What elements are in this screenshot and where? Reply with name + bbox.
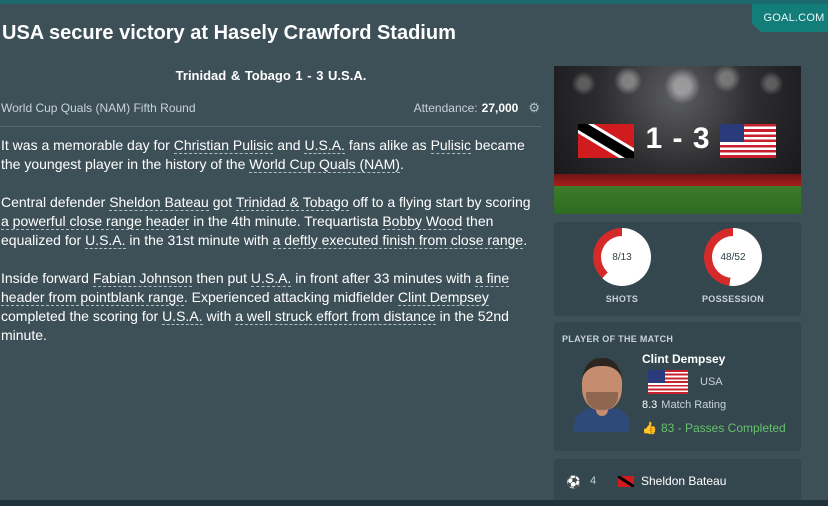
avatar[interactable]	[574, 356, 630, 432]
match-banner: 1 - 3	[554, 66, 801, 214]
attendance: Attendance: 27,000 ⚙	[414, 100, 540, 116]
article-link[interactable]: Sheldon Bateau	[109, 194, 209, 211]
usa-flag-icon	[648, 370, 688, 394]
article-text: then put	[192, 270, 251, 286]
headline: USA secure victory at Hasely Crawford St…	[2, 22, 456, 44]
article-link[interactable]: a deftly executed finish from close rang…	[272, 232, 524, 249]
possession-value: 48/52	[712, 236, 754, 278]
potm-rating: 8.3 Match Rating	[642, 399, 726, 411]
article-text: fans alike as	[344, 137, 431, 153]
article-body: It was a memorable day for Christian Pul…	[1, 136, 541, 364]
competition-label: World Cup Quals (NAM) Fifth Round	[1, 101, 196, 115]
potm-passes-text: 83 - Passes Completed	[660, 421, 786, 435]
thumbs-up-icon: 👍	[642, 421, 657, 435]
possession-label: POSSESSION	[701, 294, 765, 304]
potm-passes: 👍 83 - Passes Completed	[642, 421, 786, 435]
article-link[interactable]: Bobby Wood	[382, 213, 463, 230]
article-text: got	[208, 194, 236, 210]
pitch	[554, 186, 801, 214]
article-text: off to a flying start by scoring	[348, 194, 531, 210]
trinidad-flag-icon	[578, 124, 634, 158]
possession-stat: 48/52 POSSESSION	[701, 228, 765, 304]
shots-label: SHOTS	[605, 294, 639, 304]
article-link[interactable]: World Cup Quals (NAM)	[249, 156, 400, 173]
article-link[interactable]: Trinidad & Tobago	[235, 194, 349, 211]
article-link[interactable]: a powerful close range header	[1, 213, 190, 230]
player-of-the-match-card[interactable]: PLAYER OF THE MATCH Clint Dempsey USA 8.…	[554, 322, 801, 451]
article-text: .	[523, 232, 528, 248]
article-link[interactable]: Christian Pulisic	[173, 137, 274, 154]
article-text: and	[273, 137, 305, 153]
article-text: .	[399, 156, 404, 172]
divider	[0, 126, 541, 127]
attendance-value: 27,000	[481, 101, 519, 115]
potm-rating-label: Match Rating	[661, 399, 727, 411]
article-text: It was a memorable day for	[1, 137, 174, 153]
source-tab[interactable]: GOAL.COM	[752, 4, 828, 32]
article-link[interactable]: Fabian Johnson	[92, 270, 193, 287]
shots-stat: 8/13 SHOTS	[590, 228, 654, 304]
article-paragraph: Inside forward Fabian Johnson then put U…	[1, 269, 541, 345]
goal-scorer-name[interactable]: Sheldon Bateau	[641, 474, 726, 488]
article-paragraph: Central defender Sheldon Bateau got Trin…	[1, 193, 541, 250]
usa-flag-icon	[720, 124, 776, 158]
article-text: with	[202, 308, 236, 324]
article-text: . Experienced attacking midfielder	[183, 289, 398, 305]
gear-icon[interactable]: ⚙	[528, 100, 540, 116]
bottom-strip	[0, 500, 828, 506]
article-link[interactable]: Pulisic	[430, 137, 472, 154]
stadium-lights	[554, 66, 801, 116]
ball-icon: ⚽	[566, 475, 581, 489]
article-link[interactable]: U.S.A.	[162, 308, 203, 325]
article-paragraph: It was a memorable day for Christian Pul…	[1, 136, 541, 174]
shots-value: 8/13	[601, 236, 643, 278]
potm-nation[interactable]: USA	[700, 376, 723, 388]
potm-title: PLAYER OF THE MATCH	[562, 334, 674, 344]
shots-ring: 8/13	[593, 228, 651, 286]
trinidad-flag-icon	[618, 476, 634, 487]
article-text: in front after 33 minutes with	[291, 270, 475, 286]
article-text: Inside forward	[1, 270, 93, 286]
banner-score: 1 - 3	[645, 122, 711, 155]
article-link[interactable]: U.S.A.	[85, 232, 126, 249]
article-link[interactable]: U.S.A.	[250, 270, 292, 287]
stats-card: 8/13 SHOTS 48/52 POSSESSION	[554, 222, 801, 316]
potm-rating-value: 8.3	[642, 399, 658, 411]
match-score-line: Trinidad & Tobago 1 - 3 U.S.A.	[175, 68, 367, 83]
goal-scorer-row[interactable]: ⚽ 4 Sheldon Bateau	[554, 459, 801, 500]
potm-name[interactable]: Clint Dempsey	[642, 352, 725, 366]
article-text: in the 4th minute. Trequartista	[189, 213, 383, 229]
article-link[interactable]: Clint Dempsey	[397, 289, 489, 306]
article-text: Central defender	[1, 194, 110, 210]
article-text: in the 31st minute with	[125, 232, 273, 248]
article-link[interactable]: a well struck effort from distance	[235, 308, 436, 325]
goal-minute: 4	[590, 475, 597, 487]
article-text: completed the scoring for	[1, 308, 163, 324]
article-link[interactable]: U.S.A.	[304, 137, 345, 154]
possession-ring: 48/52	[704, 228, 762, 286]
attendance-label: Attendance:	[413, 101, 478, 115]
